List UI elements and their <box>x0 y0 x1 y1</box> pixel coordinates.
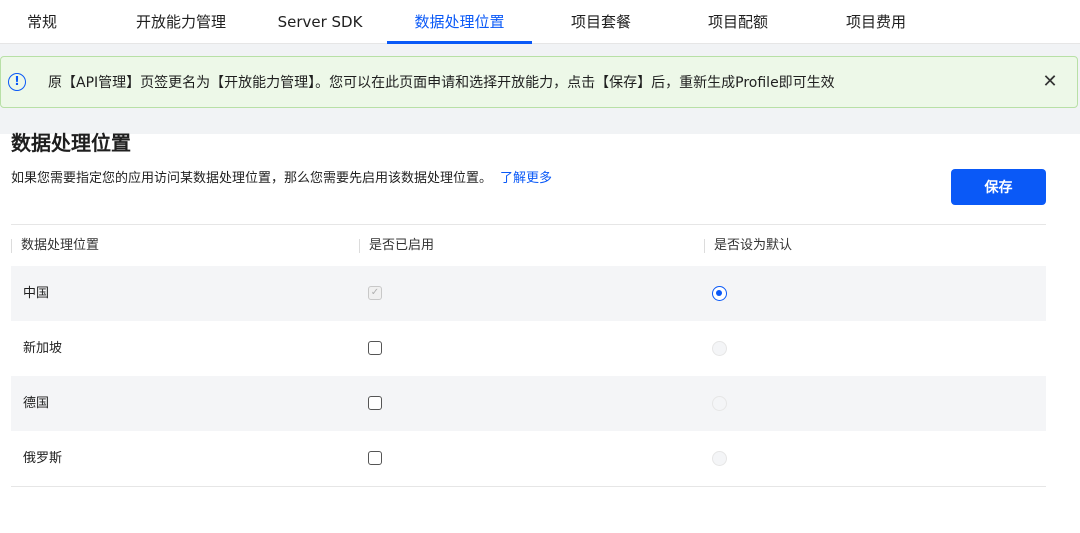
default-radio[interactable] <box>712 396 727 411</box>
learn-more-link[interactable]: 了解更多 <box>500 171 552 186</box>
default-radio[interactable] <box>712 341 727 356</box>
tab-bar: 常规 开放能力管理 Server SDK 数据处理位置 项目套餐 项目配额 项目… <box>0 0 1080 44</box>
table-row: 新加坡 <box>11 321 1046 376</box>
page-description: 如果您需要指定您的应用访问某数据处理位置，那么您需要先启用该数据处理位置。 了解更… <box>11 170 552 188</box>
table-row: 俄罗斯 <box>11 431 1046 487</box>
header-enabled: 是否已启用 <box>359 225 434 266</box>
data-location-table: 数据处理位置 是否已启用 是否设为默认 中国 ✓ 新加坡 德国 俄罗斯 <box>11 224 1046 487</box>
tab-general[interactable]: 常规 <box>20 0 64 44</box>
info-circle-icon: ! <box>8 73 26 91</box>
tab-project-cost[interactable]: 项目费用 <box>831 0 921 44</box>
row-name: 俄罗斯 <box>23 451 63 466</box>
enabled-checkbox[interactable] <box>368 341 382 355</box>
notice-text: 原【API管理】页签更名为【开放能力管理】。您可以在此页面申请和选择开放能力，点… <box>48 75 835 91</box>
header-location: 数据处理位置 <box>11 225 99 266</box>
header-default: 是否设为默认 <box>704 225 792 266</box>
tab-open-capability[interactable]: 开放能力管理 <box>120 0 242 44</box>
enabled-checkbox[interactable] <box>368 451 382 465</box>
table-header: 数据处理位置 是否已启用 是否设为默认 <box>11 224 1046 266</box>
row-name: 中国 <box>23 286 50 301</box>
table-row: 中国 ✓ <box>11 266 1046 321</box>
enabled-checkbox[interactable] <box>368 396 382 410</box>
page-title: 数据处理位置 <box>11 131 131 155</box>
default-radio[interactable] <box>712 286 727 301</box>
table-row: 德国 <box>11 376 1046 431</box>
description-text: 如果您需要指定您的应用访问某数据处理位置，那么您需要先启用该数据处理位置。 <box>11 171 493 186</box>
tab-data-location[interactable]: 数据处理位置 <box>387 0 532 44</box>
tab-server-sdk[interactable]: Server SDK <box>264 0 376 44</box>
close-icon[interactable]: ✕ <box>1039 71 1061 93</box>
save-button[interactable]: 保存 <box>951 169 1046 205</box>
tab-project-quota[interactable]: 项目配额 <box>693 0 783 44</box>
row-name: 德国 <box>23 396 50 411</box>
enabled-checkbox[interactable]: ✓ <box>368 286 382 300</box>
notice-banner: ! 原【API管理】页签更名为【开放能力管理】。您可以在此页面申请和选择开放能力… <box>0 56 1078 108</box>
tab-project-package[interactable]: 项目套餐 <box>556 0 646 44</box>
row-name: 新加坡 <box>23 341 63 356</box>
default-radio[interactable] <box>712 451 727 466</box>
